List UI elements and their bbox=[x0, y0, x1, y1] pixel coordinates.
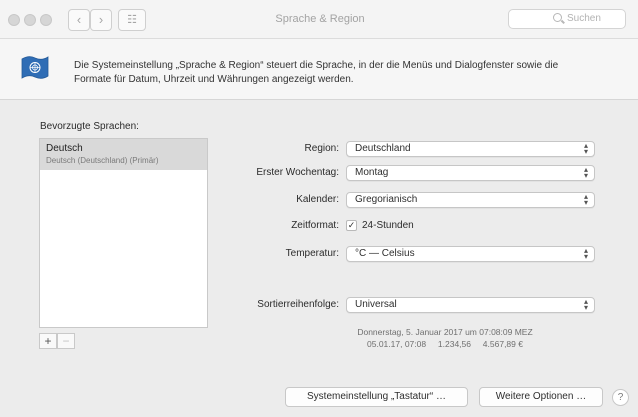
title-bar: ‹ › ☷ Sprache & Region Suchen bbox=[0, 0, 638, 39]
remove-language-button[interactable]: − bbox=[57, 333, 75, 349]
sort-order-value: Universal bbox=[355, 299, 397, 310]
number-format-sample: 05.01.17, 07:08 1.234,56 4.567,89 € bbox=[367, 339, 523, 349]
calendar-label: Kalender: bbox=[296, 194, 339, 205]
language-name: Deutsch bbox=[46, 143, 83, 154]
first-weekday-popup[interactable]: Montag ▴ ▾ bbox=[346, 165, 595, 181]
header-divider bbox=[0, 99, 638, 100]
temperature-label: Temperatur: bbox=[285, 248, 339, 259]
24-hour-label: 24-Stunden bbox=[362, 220, 414, 231]
chevron-right-icon: › bbox=[98, 12, 104, 27]
chevron-left-icon: ‹ bbox=[76, 12, 82, 27]
window-title: Sprache & Region bbox=[275, 13, 365, 25]
sort-order-popup[interactable]: Universal ▴ ▾ bbox=[346, 297, 595, 313]
preferences-window: ‹ › ☷ Sprache & Region Suchen Die System… bbox=[0, 0, 638, 417]
zoom-window-button[interactable] bbox=[40, 14, 52, 26]
add-language-button[interactable]: + bbox=[39, 333, 57, 349]
language-list[interactable]: Deutsch Deutsch (Deutschland) (Primär) bbox=[39, 138, 208, 328]
un-flag-icon bbox=[21, 56, 49, 79]
chevron-up-down-icon: ▴ ▾ bbox=[583, 297, 588, 312]
advanced-options-button[interactable]: Weitere Optionen … bbox=[479, 387, 603, 407]
chevron-up-down-icon: ▴ ▾ bbox=[583, 246, 588, 261]
close-window-button[interactable] bbox=[8, 14, 20, 26]
region-label: Region: bbox=[304, 143, 339, 154]
chevron-up-down-icon: ▴ ▾ bbox=[583, 192, 588, 207]
keyboard-preferences-button[interactable]: Systemeinstellung „Tastatur“ … bbox=[285, 387, 468, 407]
first-weekday-value: Montag bbox=[355, 167, 389, 178]
language-detail: Deutsch (Deutschland) (Primär) bbox=[46, 156, 159, 165]
temperature-value: °C — Celsius bbox=[355, 248, 415, 259]
pane-header: Die Systemeinstellung „Sprache & Region“… bbox=[0, 39, 638, 99]
preferred-languages-label: Bevorzugte Sprachen: bbox=[40, 121, 139, 132]
24-hour-checkbox[interactable]: ✓ bbox=[346, 220, 357, 231]
sort-order-label: Sortierreihenfolge: bbox=[257, 299, 339, 310]
search-icon bbox=[553, 13, 562, 22]
temperature-popup[interactable]: °C — Celsius ▴ ▾ bbox=[346, 246, 595, 262]
first-weekday-label: Erster Wochentag: bbox=[256, 167, 339, 178]
calendar-popup[interactable]: Gregorianisch ▴ ▾ bbox=[346, 192, 595, 208]
calendar-value: Gregorianisch bbox=[355, 194, 418, 205]
grid-icon: ☷ bbox=[127, 14, 137, 26]
list-item[interactable]: Deutsch Deutsch (Deutschland) (Primär) bbox=[40, 139, 207, 170]
forward-button[interactable]: › bbox=[90, 9, 112, 31]
help-button[interactable]: ? bbox=[612, 389, 629, 406]
search-placeholder: Suchen bbox=[567, 13, 601, 24]
show-all-button[interactable]: ☷ bbox=[118, 9, 146, 31]
pane-description: Die Systemeinstellung „Sprache & Region“… bbox=[74, 60, 559, 85]
chevron-up-down-icon: ▴ ▾ bbox=[583, 141, 588, 156]
time-format-label: Zeitformat: bbox=[291, 220, 339, 231]
minimize-window-button[interactable] bbox=[24, 14, 36, 26]
region-popup[interactable]: Deutschland ▴ ▾ bbox=[346, 141, 595, 157]
chevron-up-down-icon: ▴ ▾ bbox=[583, 165, 588, 180]
search-field[interactable]: Suchen bbox=[508, 9, 626, 29]
back-button[interactable]: ‹ bbox=[68, 9, 90, 31]
region-value: Deutschland bbox=[355, 143, 411, 154]
date-format-sample: Donnerstag, 5. Januar 2017 um 07:08:09 M… bbox=[357, 327, 533, 337]
